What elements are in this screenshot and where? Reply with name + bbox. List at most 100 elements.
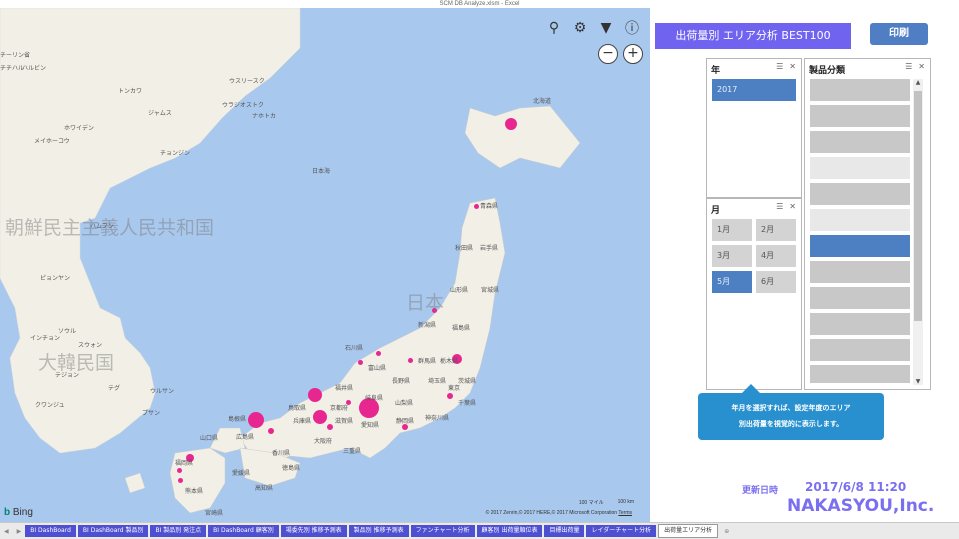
map-label: テグ — [108, 385, 121, 392]
product-slicer-header: 製品分類 — [809, 66, 846, 76]
sheet-tab[interactable]: BI DashBoard 顧客別 — [208, 525, 279, 537]
sheet-tab[interactable]: ファンチャート分析 — [410, 525, 475, 537]
map-label: 滋賀県 — [335, 418, 354, 425]
map-label: 富山県 — [368, 365, 387, 372]
bubble-aomori[interactable] — [474, 204, 479, 209]
product-slicer: 製品分類 ☰ ✕ ▲ ▼ — [804, 58, 931, 390]
scroll-up-icon[interactable]: ▲ — [913, 79, 923, 86]
bubble-hiroshima[interactable] — [268, 428, 274, 434]
map-label: 山梨県 — [395, 400, 414, 407]
sheet-tab[interactable]: BI DashBoard 製品別 — [77, 525, 149, 537]
scroll-down-icon[interactable]: ▼ — [913, 378, 923, 385]
product-item[interactable] — [810, 131, 910, 153]
bubble-kumamoto2[interactable] — [178, 478, 183, 483]
month-item[interactable]: 5月 — [712, 271, 752, 293]
multi-select-icon[interactable]: ☰ — [905, 62, 912, 71]
map-label: 宮城県 — [481, 287, 500, 294]
map-label: 青森県 — [480, 203, 499, 210]
map-label: 神奈川県 — [425, 415, 450, 422]
map-label: 群馬県 — [418, 358, 437, 365]
sheet-tab[interactable]: 顧客別 出荷量順位表 — [476, 525, 543, 537]
clear-filter-icon[interactable]: ✕ — [918, 62, 925, 71]
product-item[interactable] — [810, 157, 910, 179]
map-label: ハルビン — [22, 65, 47, 72]
map-label: 埼玉県 — [428, 378, 447, 385]
map-label: 宮崎県 — [205, 510, 224, 517]
map-label: トンカワ — [118, 88, 143, 95]
map-label: 香川県 — [272, 450, 291, 457]
product-item[interactable] — [810, 261, 910, 283]
product-item[interactable] — [810, 339, 910, 361]
tab-prev-icon[interactable]: ◀ — [4, 528, 9, 535]
product-item[interactable] — [810, 313, 910, 335]
clear-filter-icon[interactable]: ✕ — [789, 202, 796, 211]
bubble-hokkaido[interactable] — [505, 118, 517, 130]
sheet-tab[interactable]: 目標出荷量 — [544, 525, 585, 537]
map-label: 石川県 — [345, 345, 364, 352]
map-label: 福岡県 — [175, 460, 194, 467]
map-label: ハムフン — [90, 223, 114, 230]
map-label: チーリン省 — [0, 52, 31, 59]
bubble-tokyo[interactable] — [447, 393, 453, 399]
help-icon[interactable]: ⓘ — [624, 20, 640, 37]
bubble-osaka[interactable] — [327, 424, 333, 430]
map-label: 新潟県 — [418, 322, 437, 329]
map-toolbar: ⚲ ⚙ ▼ ⓘ — [546, 20, 640, 37]
month-item[interactable]: 4月 — [756, 245, 796, 267]
month-item[interactable]: 6月 — [756, 271, 796, 293]
bubble-kumamoto[interactable] — [177, 468, 182, 473]
add-sheet-icon[interactable]: ⊕ — [724, 528, 729, 535]
bubble-shimane[interactable] — [248, 412, 264, 428]
map-label: 山形県 — [450, 287, 469, 294]
map-label: ジャムス — [148, 110, 172, 117]
window-title: SCM DB Analyze.xlsm - Excel — [0, 0, 959, 8]
product-item[interactable] — [810, 365, 910, 383]
filter-icon[interactable]: ▼ — [598, 20, 614, 36]
bubble-tottori[interactable] — [308, 388, 322, 402]
map-label: 千葉県 — [458, 400, 477, 407]
year-item-2017[interactable]: 2017 — [712, 79, 796, 101]
zoom-out-button[interactable]: − — [598, 44, 618, 64]
bubble-gunma[interactable] — [408, 358, 413, 363]
sheet-tab-active[interactable]: 出荷量エリア分析 — [658, 524, 719, 538]
product-item[interactable] — [810, 79, 910, 101]
sheet-tab[interactable]: BI DashBoard — [25, 525, 76, 537]
sheet-tab[interactable]: BI 製品別 発注点 — [150, 525, 207, 537]
gear-icon[interactable]: ⚙ — [572, 20, 588, 36]
map-label: ウルサン — [150, 388, 175, 395]
map-label: 徳島県 — [282, 465, 301, 472]
terms-link[interactable]: Terms — [618, 510, 632, 516]
map-label: 高知県 — [255, 485, 274, 492]
map-pin-icon[interactable]: ⚲ — [546, 20, 562, 36]
multi-select-icon[interactable]: ☰ — [776, 202, 783, 211]
product-item[interactable] — [810, 183, 910, 205]
bubble-hyogo[interactable] — [313, 410, 327, 424]
clear-filter-icon[interactable]: ✕ — [789, 62, 796, 71]
product-item-selected[interactable] — [810, 235, 910, 257]
sheet-tab[interactable]: レイダーチャート分析 — [586, 525, 657, 537]
product-item[interactable] — [810, 209, 910, 231]
product-item[interactable] — [810, 105, 910, 127]
zoom-in-button[interactable]: + — [623, 44, 643, 64]
map-label: ウラジオストク — [222, 102, 264, 109]
month-item[interactable]: 1月 — [712, 219, 752, 241]
bing-logo: b Bing — [4, 507, 33, 518]
sheet-tab[interactable]: 場委先別 推移予測表 — [280, 525, 347, 537]
map-label: テジョン — [55, 372, 80, 379]
map-label: 兵庫県 — [293, 418, 312, 425]
bubble-ishikawa[interactable] — [358, 360, 363, 365]
multi-select-icon[interactable]: ☰ — [776, 62, 783, 71]
sheet-tab[interactable]: 製品別 推移予測表 — [348, 525, 409, 537]
product-item[interactable] — [810, 287, 910, 309]
product-scrollbar[interactable]: ▲ ▼ — [913, 79, 923, 385]
month-item[interactable]: 2月 — [756, 219, 796, 241]
month-item[interactable]: 3月 — [712, 245, 752, 267]
month-slicer: 月 ☰ ✕ 1月 2月 3月 4月 5月 6月 — [706, 198, 802, 390]
bubble-toyama[interactable] — [376, 351, 381, 356]
tab-next-icon[interactable]: ▶ — [17, 528, 22, 535]
print-button[interactable]: 印刷 — [870, 23, 928, 45]
map-view[interactable]: 朝鮮民主主義人民共和国 日本 大韓民国 北海道 青森県 秋田県 岩手県 宮城県 … — [0, 8, 650, 522]
map-label: 秋田県 — [455, 245, 474, 252]
scroll-thumb[interactable] — [914, 91, 922, 321]
map-label: ホワイデン — [64, 125, 95, 132]
